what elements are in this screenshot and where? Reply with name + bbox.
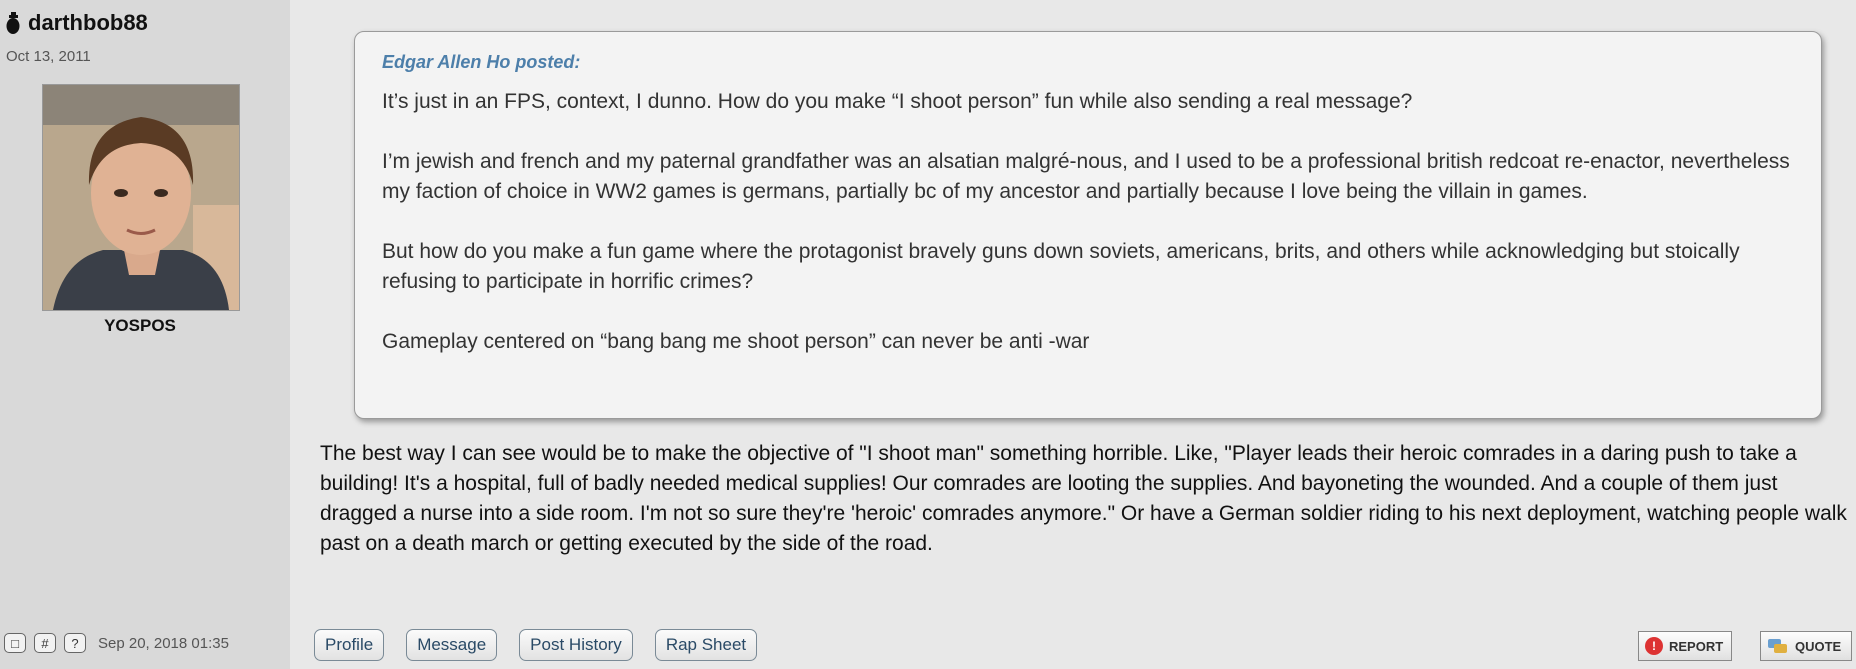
quote-paragraph: It’s just in an FPS, context, I dunno. H…: [382, 90, 1413, 113]
username[interactable]: darthbob88: [28, 10, 148, 36]
permalink-button[interactable]: #: [34, 633, 56, 653]
avatar: [42, 84, 240, 311]
alert-icon: !: [1645, 637, 1663, 655]
quote-paragraph: But how do you make a fun game where the…: [382, 240, 1740, 293]
quote-paragraph: I’m jewish and french and my paternal gr…: [382, 150, 1790, 203]
username-row: darthbob88: [6, 10, 148, 36]
post-body: The best way I can see would be to make …: [320, 442, 1847, 555]
quote-block: Edgar Allen Ho posted: It’s just in an F…: [354, 31, 1822, 419]
post-date: Sep 20, 2018 01:35: [98, 634, 229, 652]
quote-label: QUOTE: [1795, 638, 1842, 654]
user-title: YOSPOS: [104, 316, 176, 335]
speech-bubble-icon: [1768, 639, 1787, 653]
user-sidebar: darthbob88 Oct 13, 2011 YOSPOS □ # ? Sep…: [0, 0, 290, 669]
profile-button[interactable]: Profile: [314, 629, 385, 661]
post-content: Edgar Allen Ho posted: It’s just in an F…: [290, 0, 1856, 669]
quote-paragraph: Gameplay centered on “bang bang me shoot…: [382, 330, 1090, 353]
message-button[interactable]: Message: [406, 629, 498, 661]
quote-author[interactable]: Edgar Allen Ho posted:: [382, 52, 1794, 73]
post-action-buttons: Profile Message Post History Rap Sheet: [314, 629, 779, 661]
page-icon[interactable]: □: [4, 633, 26, 653]
quote-button[interactable]: QUOTE: [1760, 631, 1852, 661]
post-history-button[interactable]: Post History: [519, 629, 633, 661]
rap-sheet-button[interactable]: Rap Sheet: [654, 629, 758, 661]
registration-date: Oct 13, 2011: [6, 48, 91, 65]
grenade-icon: [6, 12, 20, 34]
report-label: REPORT: [1669, 638, 1724, 654]
post-meta-row: □ # ? Sep 20, 2018 01:35: [4, 633, 229, 653]
report-button[interactable]: ! REPORT: [1638, 631, 1732, 661]
help-button[interactable]: ?: [64, 633, 86, 653]
